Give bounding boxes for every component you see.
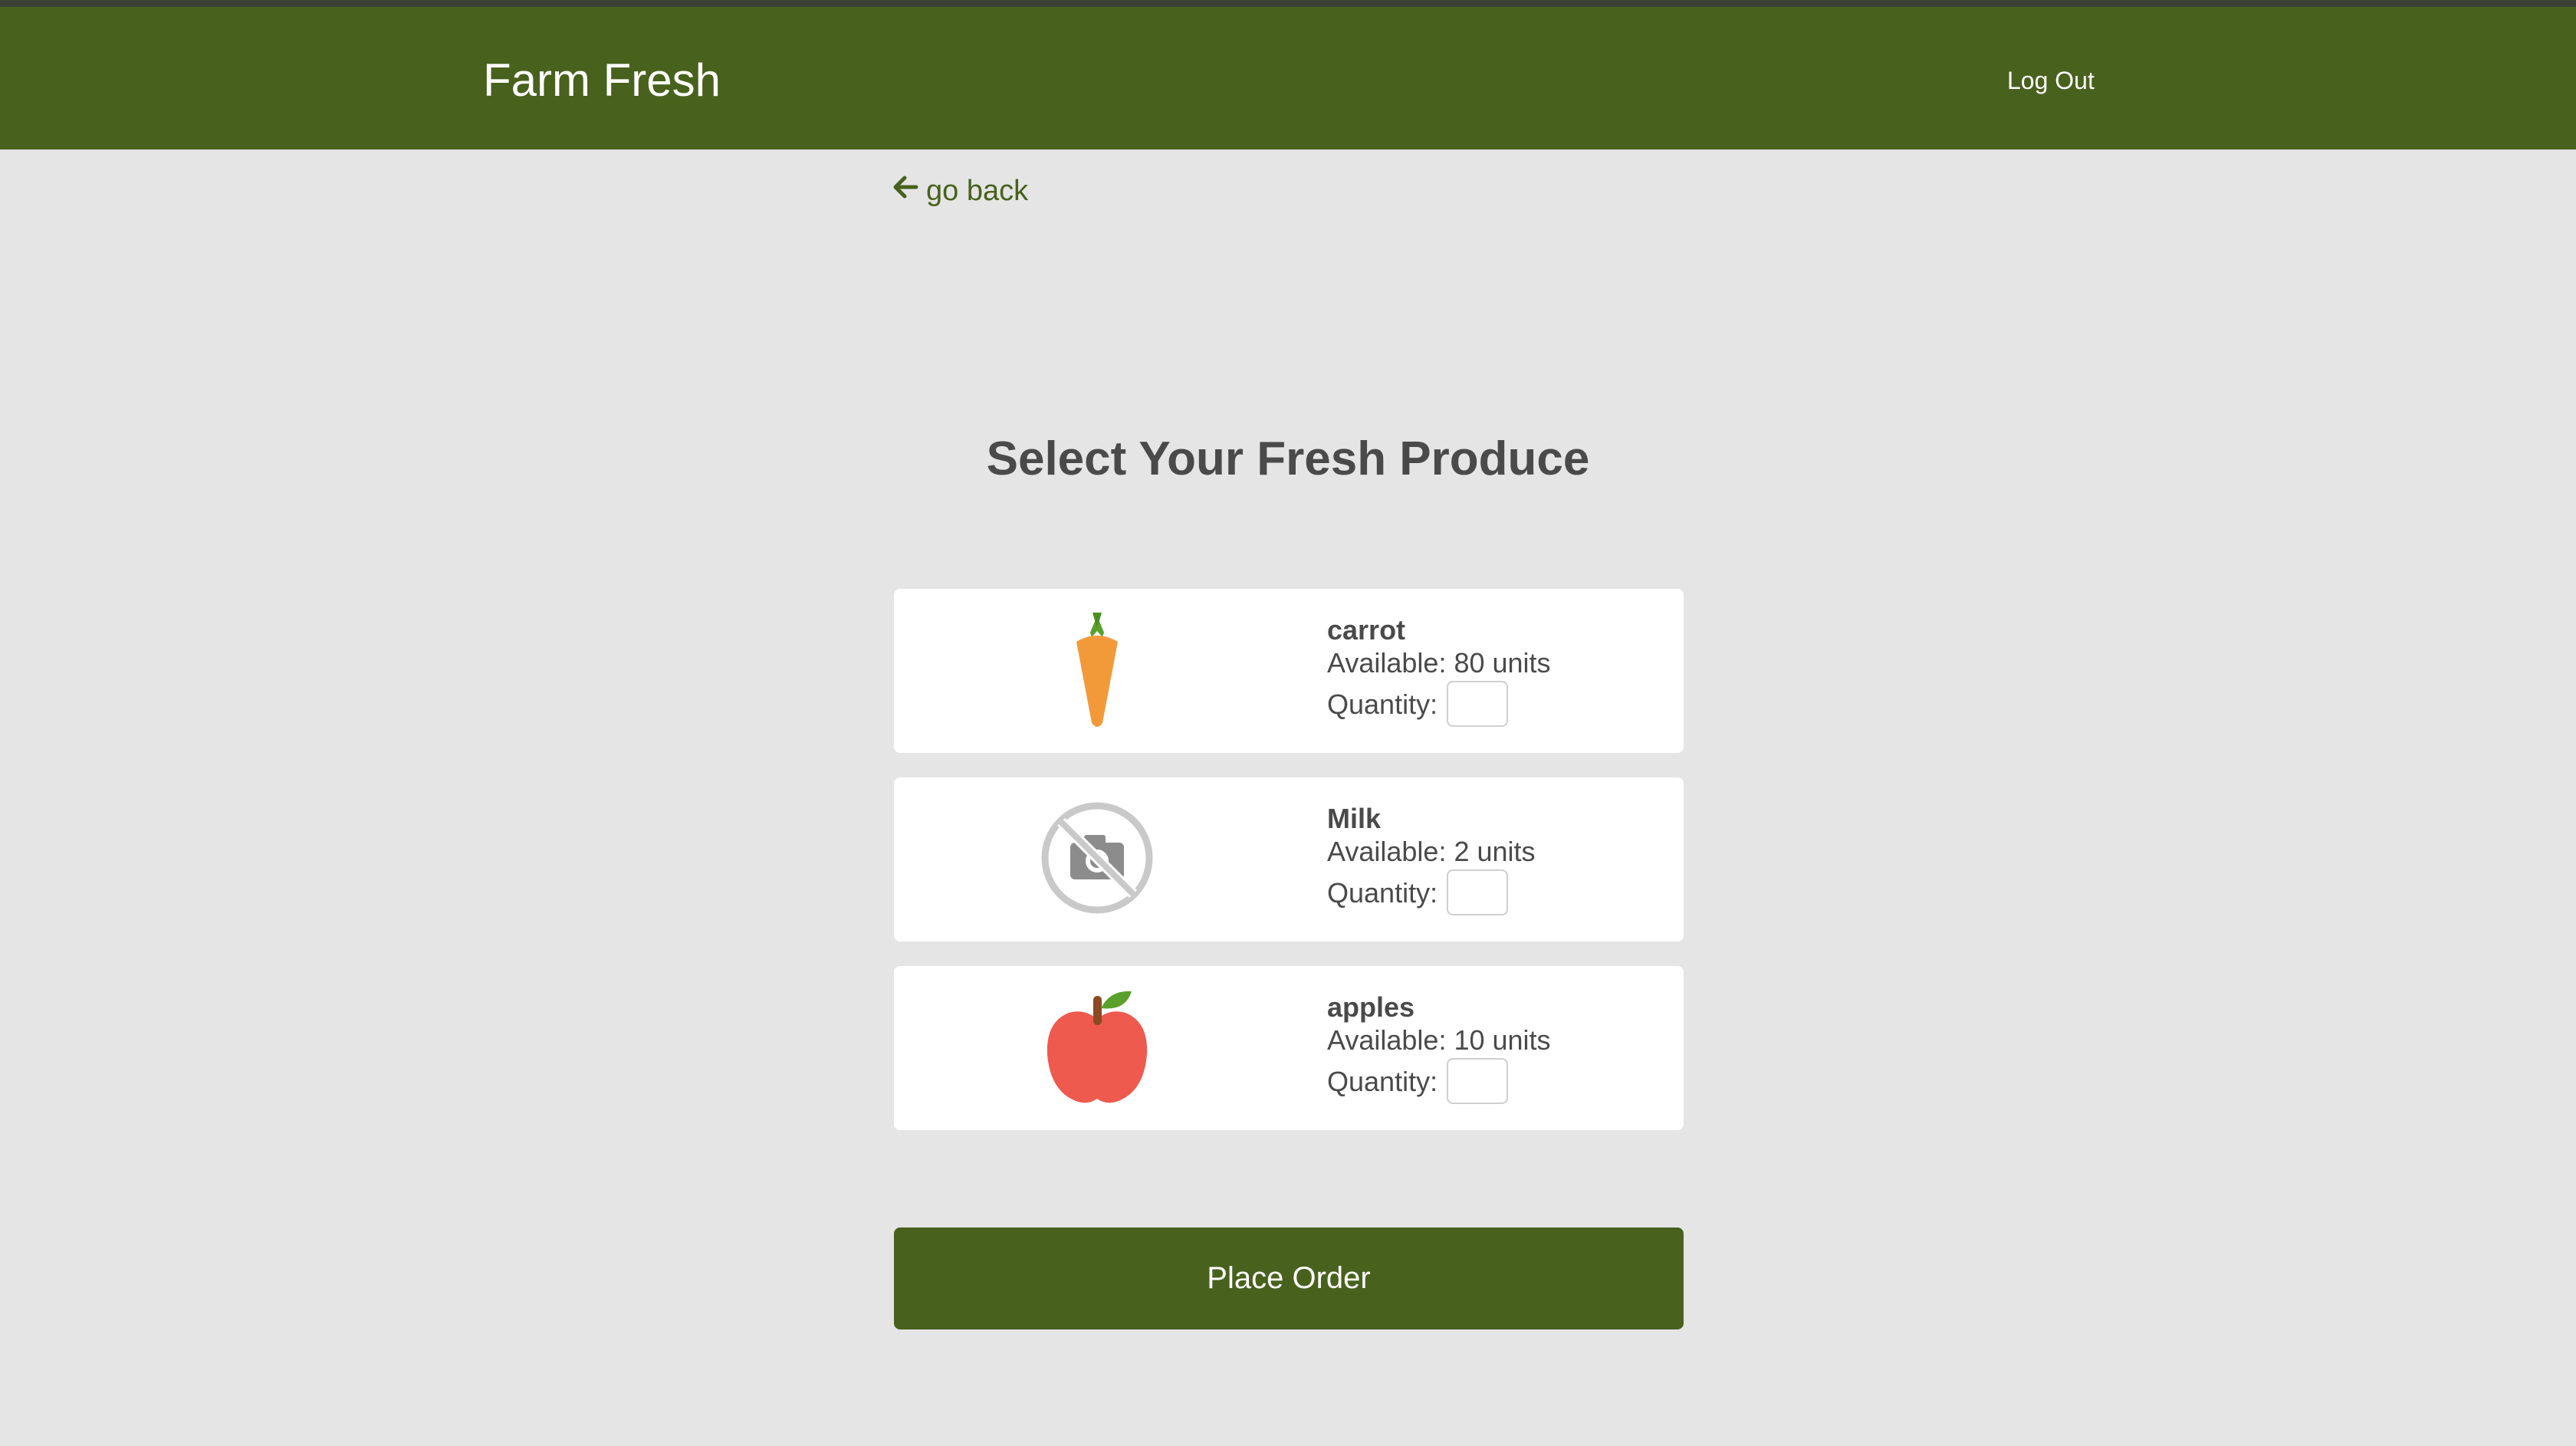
product-availability: Available: 10 units <box>1327 1024 1551 1056</box>
page-title: Select Your Fresh Produce <box>986 432 1590 485</box>
quantity-row: Quantity: <box>1327 681 1551 727</box>
quantity-row: Quantity: <box>1327 869 1536 915</box>
product-name: apples <box>1327 991 1415 1023</box>
quantity-input-apples[interactable] <box>1447 1058 1509 1104</box>
product-info: carrot Available: 80 units Quantity: <box>1327 613 1551 727</box>
product-name: Milk <box>1327 803 1382 834</box>
window-top-border <box>0 0 2576 7</box>
apple-icon <box>1040 985 1155 1112</box>
go-back-label: go back <box>926 175 1029 207</box>
quantity-input-milk[interactable] <box>1447 869 1509 915</box>
product-info: apples Available: 10 units Quantity: <box>1327 991 1551 1104</box>
quantity-row: Quantity: <box>1327 1058 1551 1104</box>
logout-link[interactable]: Log Out <box>2007 65 2095 96</box>
product-image <box>894 777 1300 942</box>
product-card-carrot: carrot Available: 80 units Quantity: <box>894 589 1684 753</box>
product-info: Milk Available: 2 units Quantity: <box>1327 802 1536 915</box>
quantity-label: Quantity: <box>1327 1065 1438 1097</box>
quantity-input-carrot[interactable] <box>1447 681 1509 727</box>
product-image <box>894 966 1300 1130</box>
product-card-milk: Milk Available: 2 units Quantity: <box>894 777 1684 942</box>
product-name: carrot <box>1327 614 1406 646</box>
carrot-icon <box>1070 608 1124 735</box>
arrow-left-icon <box>892 173 918 209</box>
product-availability: Available: 80 units <box>1327 647 1551 679</box>
quantity-label: Quantity: <box>1327 688 1438 720</box>
no-image-icon <box>1040 800 1155 919</box>
place-order-button[interactable]: Place Order <box>894 1227 1684 1329</box>
brand-title[interactable]: Farm Fresh <box>483 53 721 108</box>
go-back-link[interactable]: go back <box>892 173 1028 209</box>
product-image <box>894 589 1300 753</box>
product-card-apples: apples Available: 10 units Quantity: <box>894 966 1684 1130</box>
quantity-label: Quantity: <box>1327 876 1438 909</box>
product-availability: Available: 2 units <box>1327 836 1536 867</box>
navbar: Farm Fresh Log Out <box>0 7 2576 150</box>
